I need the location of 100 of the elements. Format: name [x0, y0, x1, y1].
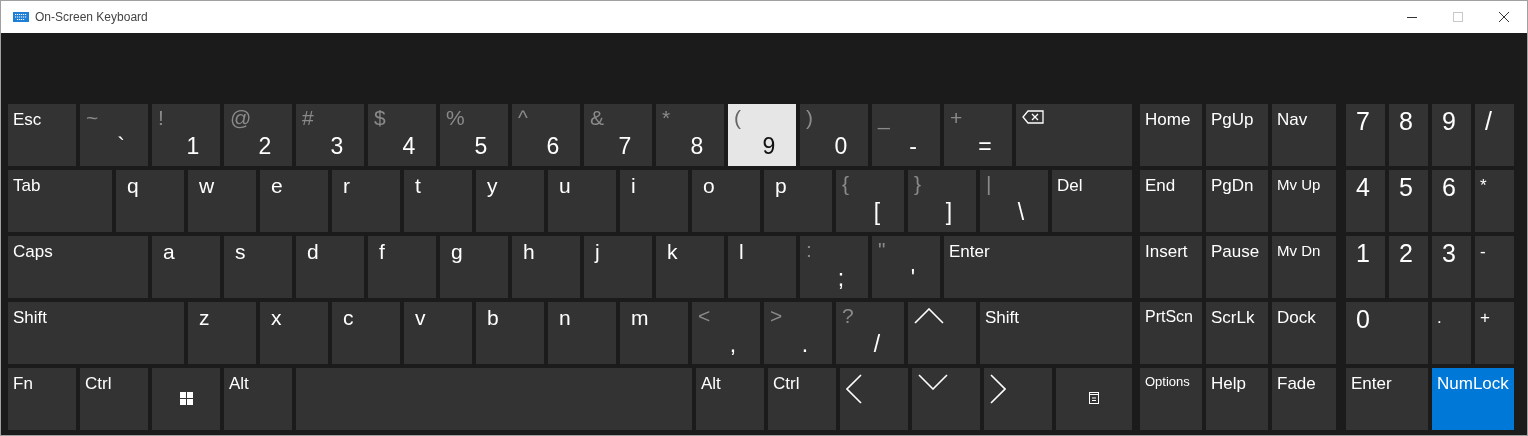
key[interactable]: ~ `	[80, 104, 148, 166]
key[interactable]: n	[548, 302, 616, 364]
close-icon	[1499, 12, 1509, 22]
key[interactable]: p	[764, 170, 832, 232]
key[interactable]: | \	[980, 170, 1048, 232]
key[interactable]: Insert	[1140, 236, 1202, 298]
key[interactable]: s	[224, 236, 292, 298]
key[interactable]: @ 2	[224, 104, 292, 166]
key[interactable]: End	[1140, 170, 1202, 232]
key[interactable]: Mv Dn	[1272, 236, 1336, 298]
key[interactable]: -	[1475, 236, 1514, 298]
arrow-key[interactable]	[840, 368, 908, 430]
key[interactable]: ( 9	[728, 104, 796, 166]
key[interactable]: /	[1475, 104, 1514, 166]
arrow-key[interactable]	[908, 302, 976, 364]
key[interactable]: g	[440, 236, 508, 298]
key[interactable]: a	[152, 236, 220, 298]
key[interactable]: Pause	[1206, 236, 1268, 298]
key[interactable]: .	[1432, 302, 1471, 364]
key[interactable]: 7	[1346, 104, 1385, 166]
key[interactable]: t	[404, 170, 472, 232]
key[interactable]: 8	[1389, 104, 1428, 166]
key[interactable]: 6	[1432, 170, 1471, 232]
key[interactable]: PrtScn	[1140, 302, 1202, 364]
key[interactable]: PgDn	[1206, 170, 1268, 232]
key[interactable]: } ]	[908, 170, 976, 232]
key[interactable]: v	[404, 302, 472, 364]
key[interactable]: h	[512, 236, 580, 298]
key[interactable]: ? /	[836, 302, 904, 364]
key[interactable]: 1	[1346, 236, 1385, 298]
key[interactable]: Nav	[1272, 104, 1336, 166]
windows-logo-icon	[179, 392, 193, 405]
key[interactable]: # 3	[296, 104, 364, 166]
key[interactable]: f	[368, 236, 436, 298]
key[interactable]: Dock	[1272, 302, 1336, 364]
key[interactable]: u	[548, 170, 616, 232]
key[interactable]: + =	[944, 104, 1012, 166]
key[interactable]: 3	[1432, 236, 1471, 298]
key[interactable]: Enter	[1346, 368, 1428, 430]
key[interactable]: ) 0	[800, 104, 868, 166]
key[interactable]: +	[1475, 302, 1514, 364]
key[interactable]: b	[476, 302, 544, 364]
key[interactable]: Enter	[944, 236, 1132, 298]
key[interactable]: " '	[872, 236, 940, 298]
key[interactable]: Caps	[8, 236, 148, 298]
key[interactable]: w	[188, 170, 256, 232]
key[interactable]: i	[620, 170, 688, 232]
key[interactable]: & 7	[584, 104, 652, 166]
key[interactable]: Alt	[696, 368, 764, 430]
key[interactable]: Ctrl	[768, 368, 836, 430]
key[interactable]: Mv Up	[1272, 170, 1336, 232]
key[interactable]: Shift	[8, 302, 184, 364]
windows-key[interactable]	[152, 368, 220, 430]
key[interactable]: Help	[1206, 368, 1268, 430]
key[interactable]: z	[188, 302, 256, 364]
key[interactable]: Fade	[1272, 368, 1336, 430]
key[interactable]: > .	[764, 302, 832, 364]
key[interactable]: k	[656, 236, 724, 298]
key[interactable]: 4	[1346, 170, 1385, 232]
key[interactable]: x	[260, 302, 328, 364]
key[interactable]: PgUp	[1206, 104, 1268, 166]
key[interactable]: $ 4	[368, 104, 436, 166]
key[interactable]: l	[728, 236, 796, 298]
key[interactable]: Ctrl	[80, 368, 148, 430]
maximize-icon	[1453, 12, 1463, 22]
key[interactable]: NumLock	[1432, 368, 1514, 430]
key[interactable]: d	[296, 236, 364, 298]
key[interactable]: ScrLk	[1206, 302, 1268, 364]
key[interactable]: c	[332, 302, 400, 364]
arrow-key[interactable]	[912, 368, 980, 430]
key[interactable]: Fn	[8, 368, 76, 430]
key[interactable]: Tab	[8, 170, 112, 232]
key[interactable]: Esc	[8, 104, 76, 166]
key[interactable]: % 5	[440, 104, 508, 166]
key[interactable]: e	[260, 170, 328, 232]
key[interactable]: y	[476, 170, 544, 232]
backspace-key[interactable]	[1016, 104, 1132, 166]
key[interactable]: _ -	[872, 104, 940, 166]
key[interactable]: Alt	[224, 368, 292, 430]
key[interactable]: o	[692, 170, 760, 232]
key[interactable]: Shift	[980, 302, 1132, 364]
key[interactable]: Options	[1140, 368, 1202, 430]
key[interactable]: r	[332, 170, 400, 232]
key[interactable]: * 8	[656, 104, 724, 166]
key[interactable]: 9	[1432, 104, 1471, 166]
key[interactable]: : ;	[800, 236, 868, 298]
key[interactable]: 5	[1389, 170, 1428, 232]
key[interactable]: 2	[1389, 236, 1428, 298]
key[interactable]: m	[620, 302, 688, 364]
key[interactable]: 0	[1346, 302, 1428, 364]
key[interactable]: { [	[836, 170, 904, 232]
key[interactable]: < ,	[692, 302, 760, 364]
key[interactable]: Home	[1140, 104, 1202, 166]
key[interactable]: ^ 6	[512, 104, 580, 166]
key[interactable]: *	[1475, 170, 1514, 232]
key[interactable]: Del	[1052, 170, 1132, 232]
arrow-key[interactable]	[984, 368, 1052, 430]
key[interactable]: q	[116, 170, 184, 232]
key[interactable]: j	[584, 236, 652, 298]
key[interactable]: ! 1	[152, 104, 220, 166]
